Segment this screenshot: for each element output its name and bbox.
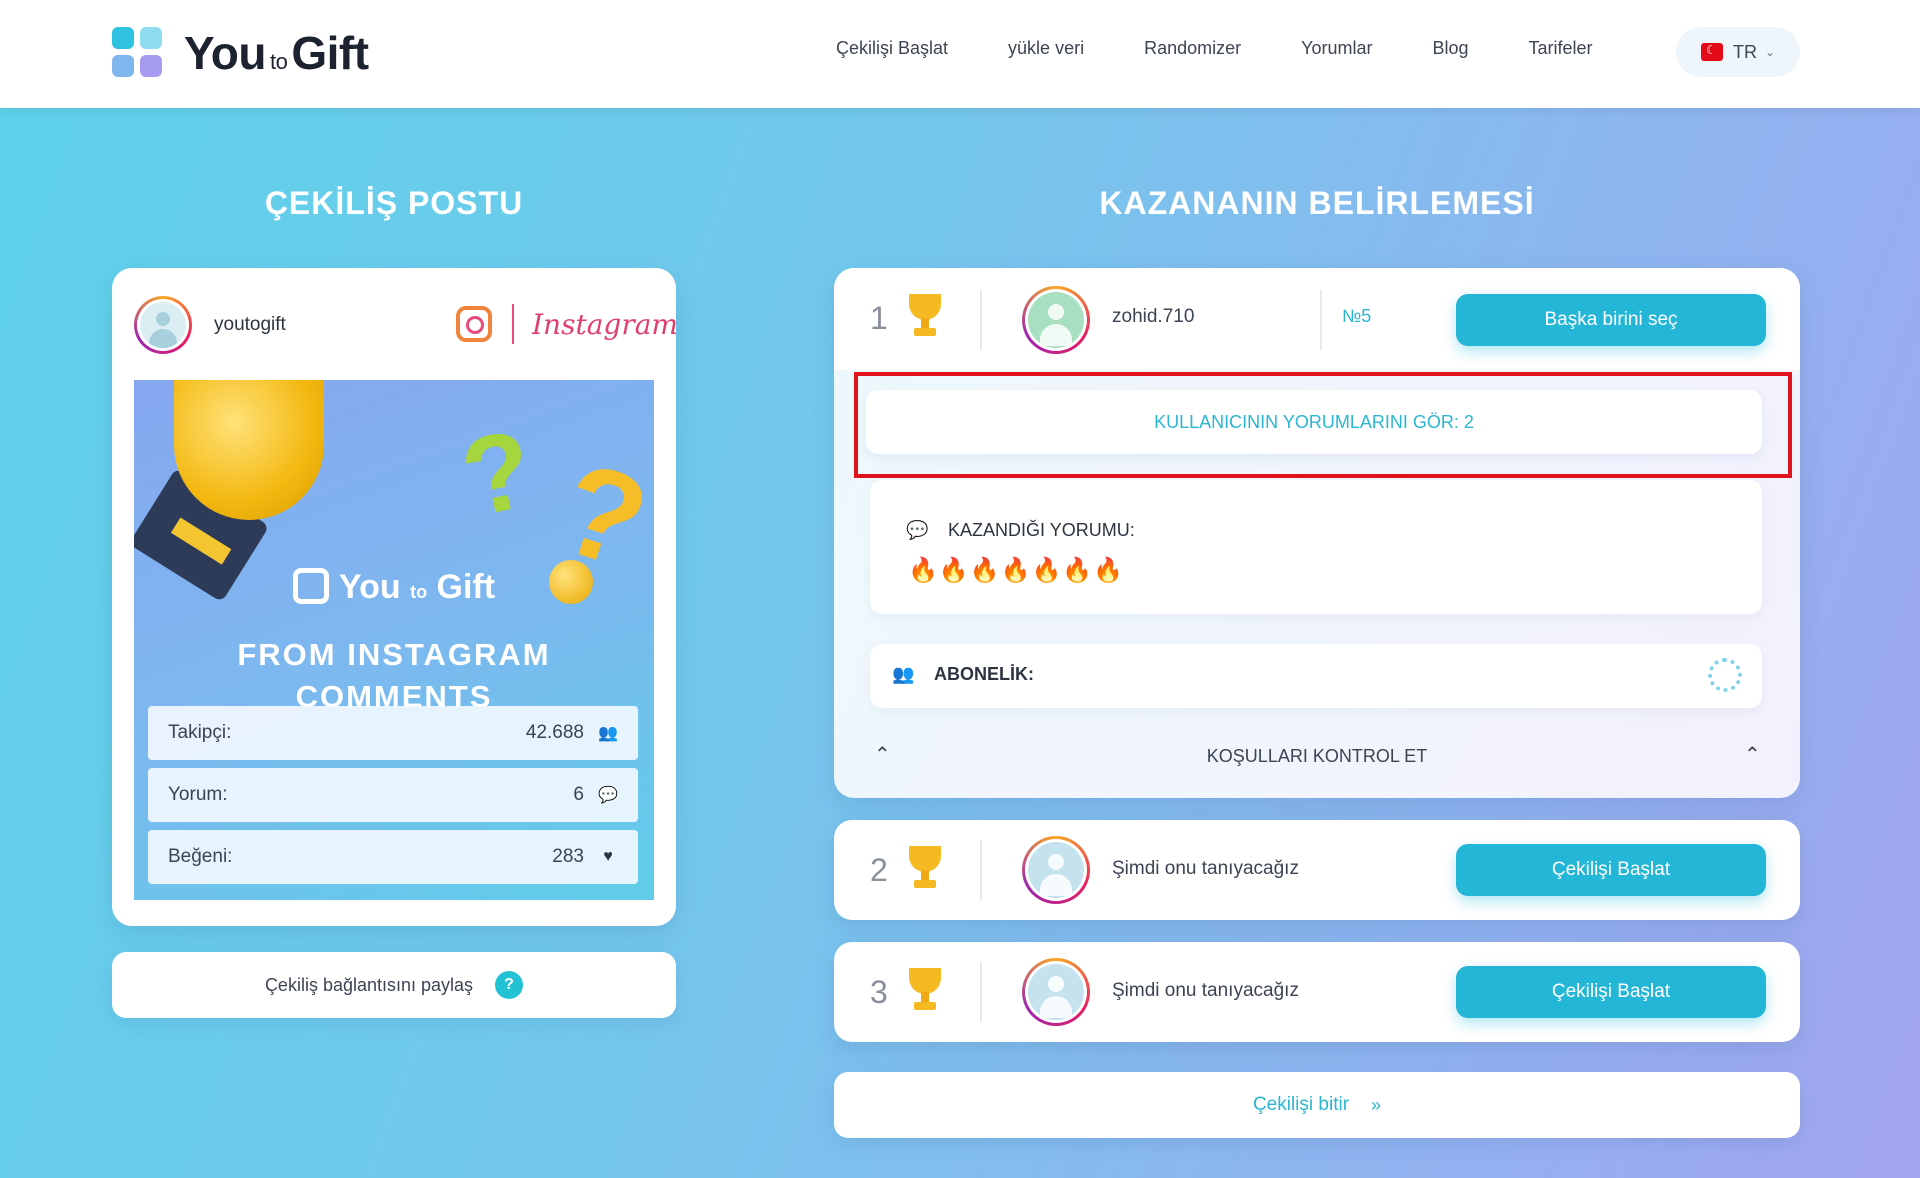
divider: [980, 290, 982, 350]
post-stats: Takipçi: 42.688 👥 Yorum: 6 💬 Beğeni: 283…: [148, 706, 638, 892]
winner-number: №5: [1342, 306, 1372, 326]
winning-comment-text: 🔥🔥🔥🔥🔥🔥🔥: [908, 557, 1125, 584]
winner-card: 1 zohid.710 №5 Başka birini seç KULLANIC…: [834, 268, 1800, 798]
post-username: youtogift: [214, 314, 286, 335]
question-mark-icon: ?: [451, 406, 544, 541]
divider: [980, 840, 982, 900]
share-link-button[interactable]: Çekiliş bağlantısını paylaş ?: [112, 952, 676, 1018]
instagram-wordmark: Instagram: [532, 308, 678, 341]
comments-icon: 💬: [598, 787, 618, 804]
post-avatar: [134, 296, 192, 354]
main-nav: Çekilişi Başlat yükle veri Randomizer Yo…: [836, 38, 1653, 59]
double-chevron-right-icon: »: [1371, 1094, 1382, 1115]
turkey-flag-icon: [1700, 43, 1723, 61]
nav-blog[interactable]: Blog: [1433, 38, 1469, 59]
share-label: Çekiliş bağlantısını paylaş: [264, 974, 474, 995]
logo-text: You toGift: [184, 27, 369, 79]
trophy-icon: [906, 846, 944, 890]
divider: [512, 304, 514, 344]
trophy-icon: [906, 294, 944, 338]
slot-rank: 2: [870, 852, 888, 888]
winner-avatar[interactable]: [1022, 286, 1090, 354]
comment-icon: 💬: [906, 520, 929, 540]
instagram-icon: [456, 306, 492, 342]
top-header: You toGift Çekilişi Başlat yükle veri Ran…: [0, 0, 1920, 108]
choose-another-button[interactable]: Başka birini seç: [1456, 294, 1766, 346]
slot-placeholder-text: Şimdi onu tanıyacağız: [1112, 980, 1299, 1001]
check-conditions-toggle[interactable]: ⌃ KOŞULLARI KONTROL ET ⌃: [834, 738, 1800, 778]
stat-likes: Beğeni: 283 ♥: [148, 830, 638, 884]
subscription-box: 👥 ABONELİK:: [870, 644, 1762, 708]
placeholder-avatar: [1022, 836, 1090, 904]
placeholder-avatar: [1022, 958, 1090, 1026]
logo-mark-icon: [292, 568, 329, 604]
post-card: youtogift Instagram ? ? You to Gift FROM…: [112, 268, 678, 926]
double-chevron-up-icon: ⌃: [1744, 744, 1761, 766]
winner-username[interactable]: zohid.710: [1112, 306, 1194, 328]
users-icon: 👥: [598, 725, 618, 742]
subscription-label: ABONELİK:: [934, 664, 1034, 684]
post-image[interactable]: ? ? You to Gift FROM INSTAGRAM COMMENTS …: [134, 380, 654, 900]
finish-giveaway-button[interactable]: Çekilişi bitir »: [834, 1072, 1800, 1138]
loading-spinner-icon: [1708, 658, 1742, 692]
nav-pricing[interactable]: Tarifeler: [1529, 38, 1593, 59]
divider: [980, 962, 982, 1022]
trophy-icon: [174, 380, 324, 520]
highlight-box: [854, 372, 1792, 478]
winning-comment-label: KAZANDIĞI YORUMU:: [948, 520, 1135, 540]
heart-icon: ♥: [603, 848, 613, 865]
help-icon[interactable]: ?: [495, 971, 524, 999]
logo[interactable]: You toGift: [112, 26, 369, 80]
post-section-title: ÇEKİLİŞ POSTU: [264, 185, 524, 221]
trophy-icon: [906, 968, 944, 1012]
check-conditions-label: KOŞULLARI KONTROL ET: [1206, 746, 1428, 766]
nav-upload-data[interactable]: yükle veri: [1008, 38, 1084, 59]
winner-section-title: KAZANANIN BELİRLEMESİ: [1099, 185, 1535, 221]
winner-row: 1 zohid.710 №5 Başka birini seç: [834, 268, 1800, 370]
start-giveaway-button[interactable]: Çekilişi Başlat: [1456, 844, 1766, 896]
divider: [1320, 290, 1322, 350]
users-icon: 👥: [892, 664, 915, 684]
nav-comments[interactable]: Yorumlar: [1301, 38, 1372, 59]
slot-rank: 3: [870, 974, 888, 1010]
start-giveaway-button[interactable]: Çekilişi Başlat: [1456, 966, 1766, 1018]
winner-slot-2: 2 Şimdi onu tanıyacağız Çekilişi Başlat: [834, 820, 1800, 920]
stat-comments: Yorum: 6 💬: [148, 768, 638, 822]
winner-slot-3: 3 Şimdi onu tanıyacağız Çekilişi Başlat: [834, 942, 1800, 1042]
nav-randomizer[interactable]: Randomizer: [1144, 38, 1241, 59]
image-logo: You to Gift: [134, 568, 654, 607]
finish-label: Çekilişi bitir: [1252, 1094, 1350, 1115]
chevron-down-icon: ⌄: [1764, 45, 1776, 59]
nav-start-giveaway[interactable]: Çekilişi Başlat: [836, 38, 948, 59]
language-selector[interactable]: TR ⌄: [1676, 27, 1800, 77]
stat-followers: Takipçi: 42.688 👥: [148, 706, 638, 760]
winner-rank: 1: [870, 300, 888, 336]
slot-placeholder-text: Şimdi onu tanıyacağız: [1112, 858, 1299, 879]
logo-mark-icon: [112, 27, 164, 79]
winning-comment-box: 💬 KAZANDIĞI YORUMU: 🔥🔥🔥🔥🔥🔥🔥: [870, 480, 1762, 614]
language-code: TR: [1732, 41, 1757, 62]
